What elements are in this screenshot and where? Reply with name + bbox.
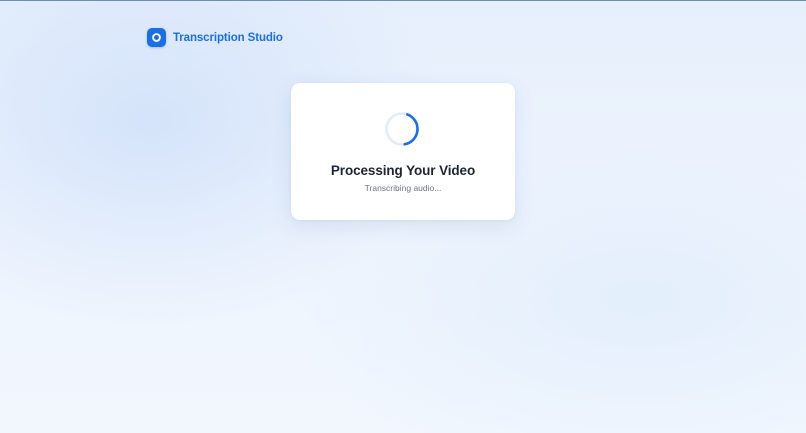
processing-status: Transcribing audio... (364, 183, 442, 193)
record-icon (147, 28, 166, 47)
processing-title: Processing Your Video (330, 163, 476, 178)
processing-card: Processing Your Video Transcribing audio… (291, 83, 515, 220)
brand-name: Transcription Studio (173, 31, 283, 44)
loading-spinner-icon (385, 112, 419, 146)
brand-logo-link[interactable]: Transcription Studio (147, 28, 283, 47)
window-top-border (0, 0, 806, 1)
